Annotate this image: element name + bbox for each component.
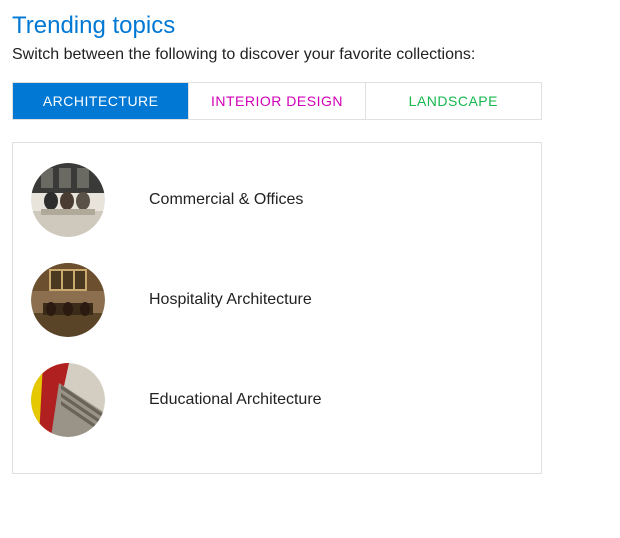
list-item[interactable]: Hospitality Architecture — [31, 263, 523, 337]
page-title: Trending topics — [12, 12, 608, 40]
list-item[interactable]: Educational Architecture — [31, 363, 523, 437]
tab-interior-design[interactable]: INTERIOR DESIGN — [189, 83, 365, 119]
tab-architecture[interactable]: ARCHITECTURE — [13, 83, 189, 119]
item-label: Educational Architecture — [149, 391, 322, 409]
tab-landscape[interactable]: LANDSCAPE — [366, 83, 541, 119]
content-panel: Commercial & Offices — [12, 142, 542, 474]
page-subtitle: Switch between the following to discover… — [12, 46, 608, 64]
item-label: Hospitality Architecture — [149, 291, 312, 309]
thumb-educational — [31, 363, 105, 437]
thumb-hospitality — [31, 263, 105, 337]
tabs-container: ARCHITECTURE INTERIOR DESIGN LANDSCAPE — [12, 82, 542, 120]
list-item[interactable]: Commercial & Offices — [31, 163, 523, 237]
item-label: Commercial & Offices — [149, 191, 303, 209]
thumb-office — [31, 163, 105, 237]
